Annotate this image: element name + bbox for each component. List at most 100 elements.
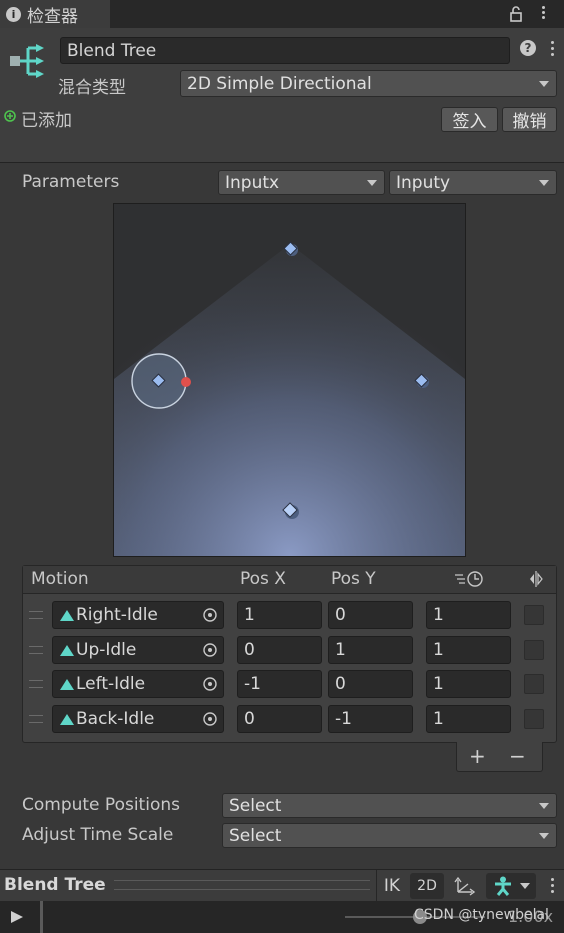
play-icon[interactable] xyxy=(10,910,24,924)
row-drag-handle[interactable] xyxy=(29,611,43,619)
checkin-button[interactable]: 签入 xyxy=(441,107,498,132)
row-drag-handle[interactable] xyxy=(29,714,43,723)
name-input[interactable]: Blend Tree xyxy=(60,37,510,64)
added-status-label: 已添加 xyxy=(21,111,72,131)
object-picker-icon[interactable] xyxy=(198,604,221,626)
parameter-y-dropdown[interactable]: Inputy xyxy=(389,170,557,195)
posy-input[interactable]: -1 xyxy=(328,704,413,733)
posy-value: -1 xyxy=(335,708,352,729)
mirror-checkbox[interactable] xyxy=(524,708,544,729)
posy-input[interactable]: 0 xyxy=(328,670,413,698)
compute-positions-value: Select xyxy=(229,795,282,816)
posy-input[interactable]: 1 xyxy=(328,635,413,664)
tab-title: 检查器 xyxy=(27,6,78,27)
motion-name: Back-Idle xyxy=(76,708,155,729)
chevron-down-icon xyxy=(539,832,549,839)
posy-value: 0 xyxy=(335,674,346,694)
motion-row: Up-Idle 0 1 1 xyxy=(23,635,556,664)
motion-row: Back-Idle 0 -1 1 xyxy=(23,704,556,733)
time-scale-icon xyxy=(455,571,483,587)
posx-input[interactable]: 0 xyxy=(237,635,322,664)
revert-button[interactable]: 撤销 xyxy=(502,107,557,132)
2d-button[interactable]: 2D xyxy=(410,873,444,899)
playback-bar: 1.00x CSDN @tynewbelal xyxy=(0,901,564,933)
motion-name: Up-Idle xyxy=(76,639,137,660)
posx-input[interactable]: -1 xyxy=(237,670,322,698)
posx-input[interactable]: 1 xyxy=(237,601,322,629)
chevron-down-icon xyxy=(367,179,377,186)
blend-type-dropdown[interactable]: 2D Simple Directional xyxy=(180,70,557,97)
parameter-x-dropdown[interactable]: Inputx xyxy=(218,170,385,195)
chevron-down-icon xyxy=(520,883,530,889)
tab-inspector[interactable]: i 检查器 xyxy=(0,0,110,28)
drag-handle[interactable] xyxy=(114,880,370,890)
watermark: CSDN @tynewbelal xyxy=(414,907,549,923)
speed-input[interactable]: 1 xyxy=(426,704,511,733)
object-picker-icon[interactable] xyxy=(198,673,221,695)
posx-value: 0 xyxy=(244,639,255,660)
header-menu-icon[interactable] xyxy=(549,40,555,60)
preview-header: Blend Tree IK 2D xyxy=(0,869,564,902)
row-drag-handle[interactable] xyxy=(29,645,43,654)
adjust-time-scale-label: Adjust Time Scale xyxy=(22,825,174,845)
adjust-time-scale-value: Select xyxy=(229,825,282,846)
speed-input[interactable]: 1 xyxy=(426,601,511,629)
chevron-down-icon xyxy=(539,80,549,87)
ik-label: IK xyxy=(383,876,401,896)
speed-value-field: 1 xyxy=(433,605,444,625)
motion-row: Right-Idle 1 0 1 xyxy=(23,601,556,629)
2d-label: 2D xyxy=(417,878,437,894)
col-motion: Motion xyxy=(31,569,89,589)
speed-value-field: 1 xyxy=(433,674,444,694)
posx-value: 1 xyxy=(244,605,255,625)
animation-clip-icon xyxy=(60,713,74,725)
motion-list-header: Motion Pos X Pos Y xyxy=(23,566,556,594)
timeline-cursor[interactable] xyxy=(40,901,43,933)
animation-clip-icon xyxy=(60,679,74,690)
adjust-time-scale-dropdown[interactable]: Select xyxy=(222,823,557,848)
add-motion-button[interactable]: + xyxy=(469,744,486,768)
speed-input[interactable]: 1 xyxy=(426,670,511,698)
revert-label: 撤销 xyxy=(512,112,547,132)
mirror-checkbox[interactable] xyxy=(524,674,544,694)
avatar-icon xyxy=(495,876,511,896)
posy-input[interactable]: 0 xyxy=(328,601,413,629)
chevron-down-icon xyxy=(539,802,549,809)
info-icon: i xyxy=(6,6,21,22)
parameter-y-value: Inputy xyxy=(396,172,451,193)
object-picker-icon[interactable] xyxy=(198,708,221,730)
tab-bar: i 检查器 xyxy=(0,0,564,28)
object-picker-icon[interactable] xyxy=(198,639,221,661)
posy-value: 1 xyxy=(335,639,346,660)
speed-input[interactable]: 1 xyxy=(426,635,511,664)
mirror-checkbox[interactable] xyxy=(524,605,544,625)
mirror-checkbox[interactable] xyxy=(524,639,544,660)
sample-point xyxy=(181,377,191,387)
avatar-dropdown[interactable] xyxy=(486,873,536,899)
lock-icon[interactable] xyxy=(507,5,525,23)
compute-positions-dropdown[interactable]: Select xyxy=(222,793,557,818)
speed-value-field: 1 xyxy=(433,639,444,660)
pivot-icon[interactable] xyxy=(452,876,476,896)
blend-graph[interactable] xyxy=(113,203,466,557)
help-icon[interactable]: ? xyxy=(520,40,536,56)
motion-name: Left-Idle xyxy=(76,674,146,694)
kebab-menu-icon[interactable] xyxy=(540,4,546,24)
chevron-down-icon xyxy=(539,179,549,186)
motion-list: Motion Pos X Pos Y Right-Idle 1 0 1 Up-Idle 0… xyxy=(22,565,557,772)
posx-input[interactable]: 0 xyxy=(237,704,322,733)
blend-type-value: 2D Simple Directional xyxy=(187,73,372,94)
preview-menu-icon[interactable] xyxy=(549,876,555,896)
row-drag-handle[interactable] xyxy=(29,680,43,688)
blend-graph-canvas xyxy=(114,204,465,556)
posy-value: 0 xyxy=(335,605,346,625)
col-posx: Pos X xyxy=(240,569,286,589)
ik-button[interactable]: IK xyxy=(376,870,407,902)
blend-tree-icon xyxy=(10,44,44,78)
col-posy: Pos Y xyxy=(331,569,376,589)
mirror-icon xyxy=(530,571,543,587)
blend-type-label: 混合类型 xyxy=(58,78,126,98)
posx-value: 0 xyxy=(244,708,255,729)
animation-clip-icon xyxy=(60,644,74,656)
remove-motion-button[interactable]: − xyxy=(509,744,526,768)
